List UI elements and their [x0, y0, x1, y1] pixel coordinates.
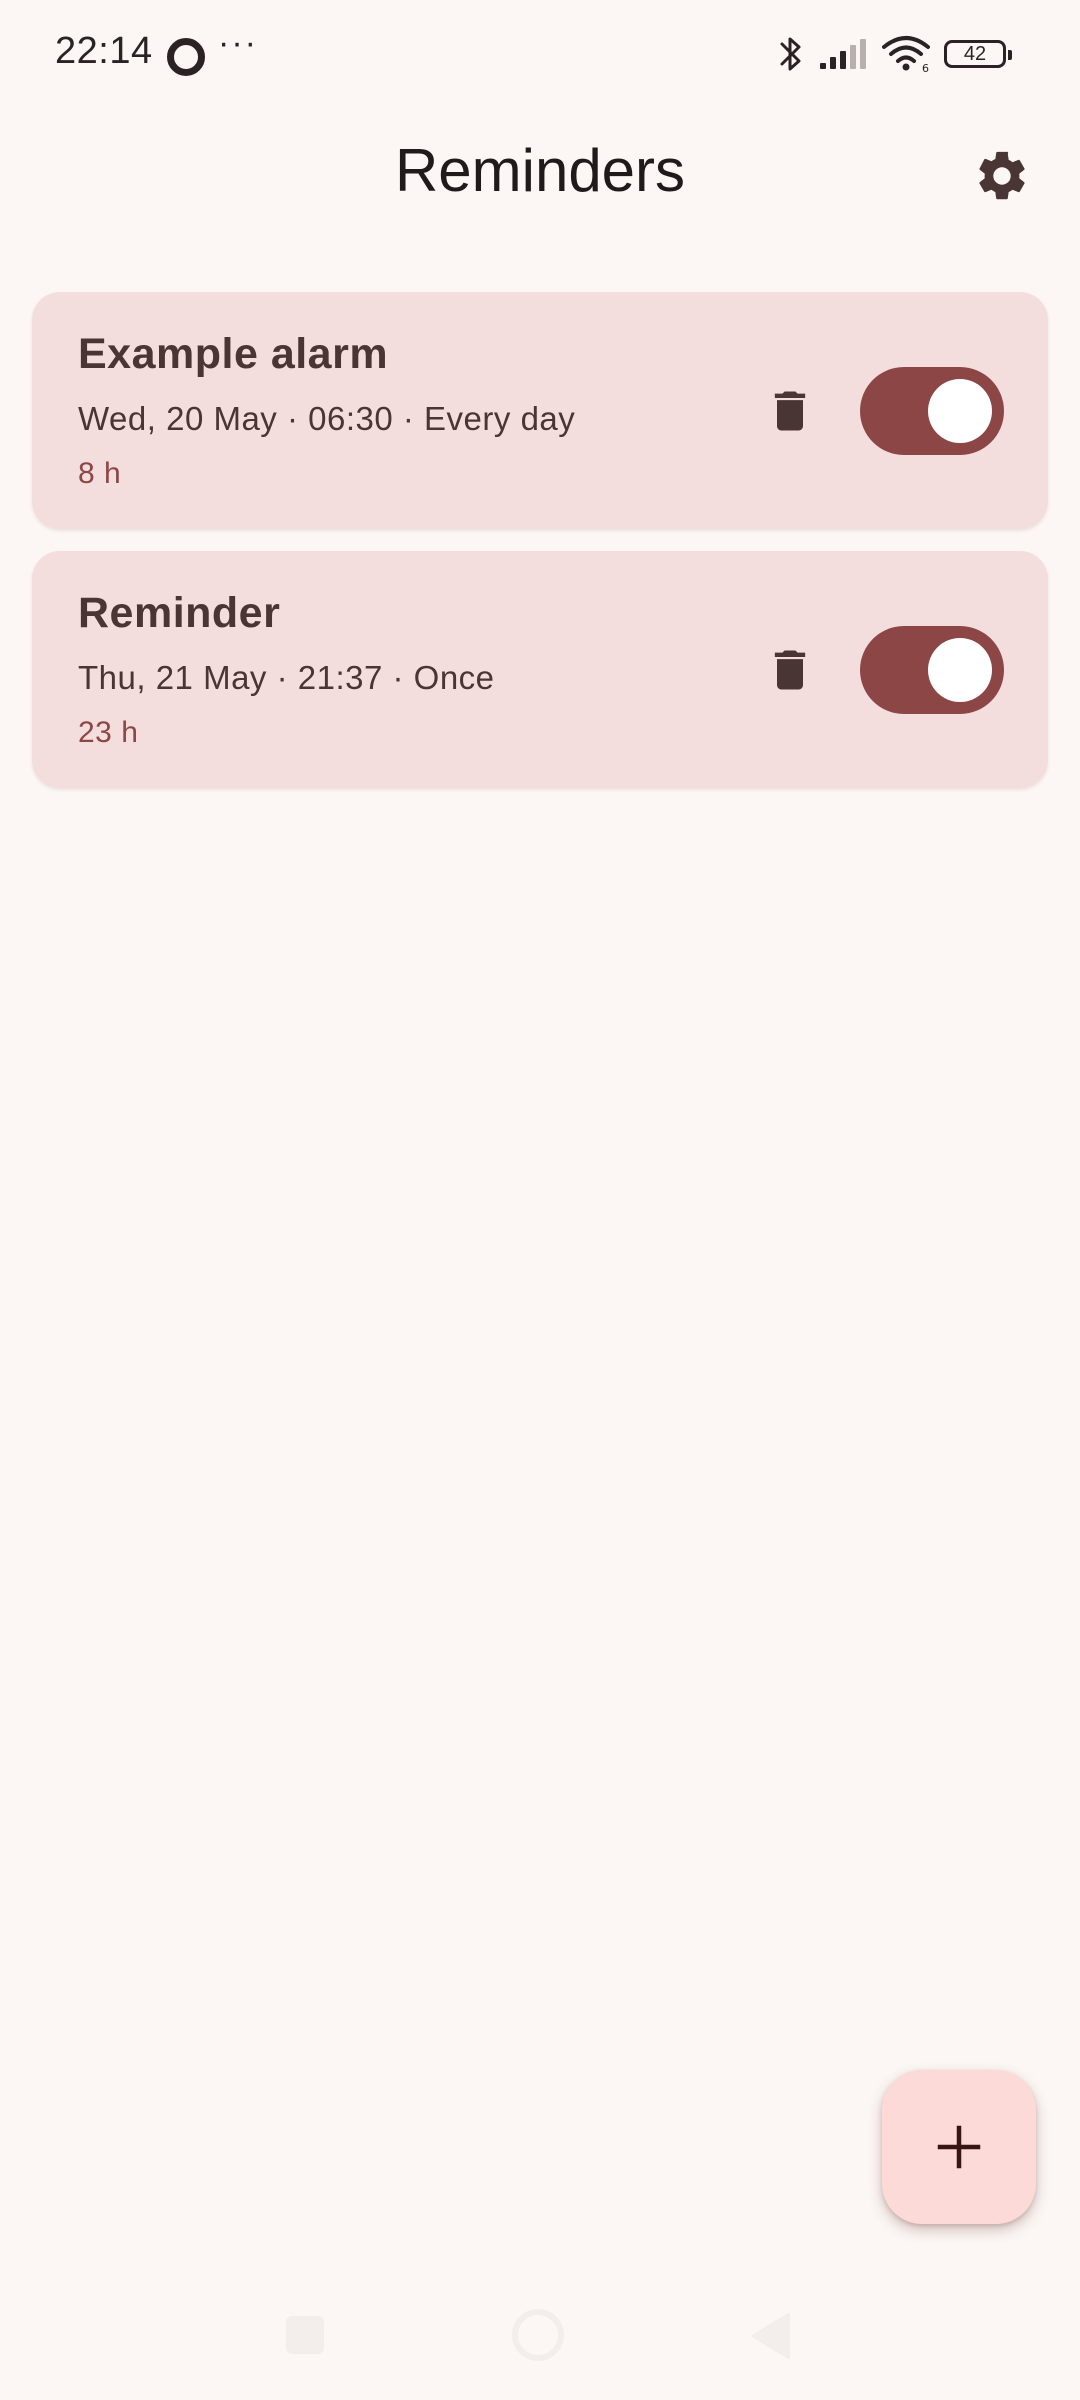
signal-icon: [818, 37, 868, 71]
svg-text:6: 6: [922, 62, 929, 73]
reminder-card[interactable]: Example alarm Wed, 20 May · 06:30 · Ever…: [32, 292, 1048, 529]
reminder-title: Example alarm: [78, 330, 389, 378]
settings-button[interactable]: [966, 140, 1038, 212]
reminder-remaining: 8 h: [78, 457, 122, 490]
trash-icon: [774, 391, 806, 431]
add-reminder-button[interactable]: [882, 2070, 1036, 2224]
back-button[interactable]: [750, 2312, 790, 2360]
toggle-thumb: [928, 638, 992, 702]
reminder-toggle[interactable]: [860, 367, 1004, 455]
reminder-detail: Thu, 21 May · 21:37 · Once: [78, 659, 495, 696]
status-icons: 6 42: [778, 32, 1012, 76]
bluetooth-icon: [778, 34, 804, 74]
plus-icon: [937, 2125, 981, 2169]
home-button[interactable]: [512, 2309, 564, 2361]
page-title: Reminders: [394, 137, 686, 204]
reminder-remaining: 23 h: [78, 716, 139, 749]
delete-button[interactable]: [750, 630, 830, 710]
gear-icon: [979, 151, 1025, 200]
reminder-toggle[interactable]: [860, 626, 1004, 714]
toggle-thumb: [928, 379, 992, 443]
ring-icon: [167, 38, 205, 76]
wifi-icon: 6: [882, 35, 930, 73]
status-time: 22:14: [55, 30, 153, 72]
reminder-detail: Wed, 20 May · 06:30 · Every day: [78, 400, 576, 437]
system-nav-bar: [0, 2280, 1080, 2400]
reminder-list: Example alarm Wed, 20 May · 06:30 · Ever…: [32, 292, 1048, 810]
reminder-card[interactable]: Reminder Thu, 21 May · 21:37 · Once 23 h: [32, 551, 1048, 788]
delete-button[interactable]: [750, 371, 830, 451]
recents-button[interactable]: [286, 2316, 324, 2354]
reminder-title: Reminder: [78, 589, 281, 637]
status-more-dots: ···: [218, 24, 258, 62]
status-bar: 22:14 ··· 6 42: [0, 0, 1080, 110]
app-header: Reminders: [0, 110, 1080, 230]
battery-icon: 42: [944, 40, 1012, 68]
trash-icon: [774, 650, 806, 690]
